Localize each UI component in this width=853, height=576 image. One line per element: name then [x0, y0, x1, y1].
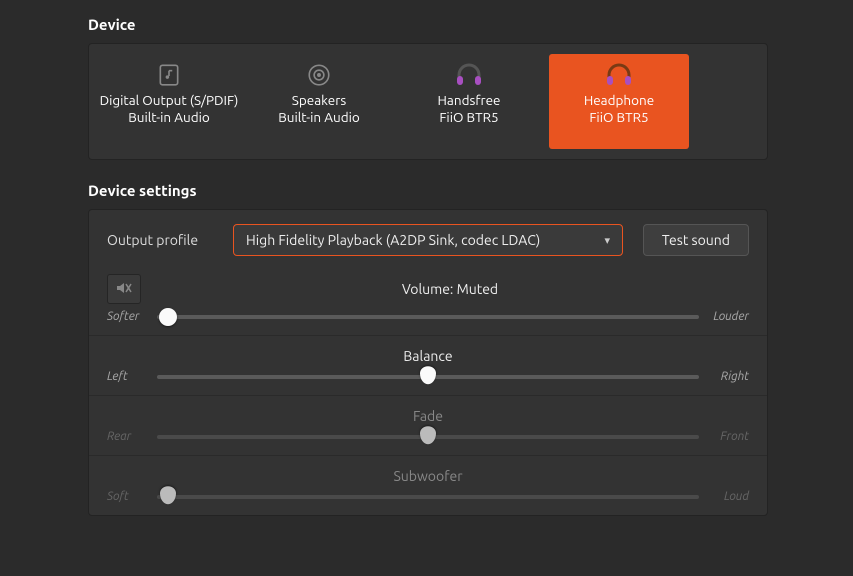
output-profile-dropdown[interactable]: High Fidelity Playback (A2DP Sink, codec…: [233, 224, 623, 256]
audio-file-icon: [154, 60, 184, 90]
test-sound-button[interactable]: Test sound: [643, 224, 749, 256]
device-label: Handsfree: [438, 92, 501, 109]
volume-slider[interactable]: [157, 315, 699, 319]
fade-section: Fade Rear Front: [89, 395, 767, 455]
slider-left-label: Left: [107, 370, 147, 383]
subwoofer-title: Subwoofer: [107, 462, 749, 484]
headset-icon: [604, 60, 634, 90]
device-card-speakers[interactable]: Speakers Built-in Audio: [249, 54, 389, 149]
balance-slider[interactable]: [157, 375, 699, 379]
settings-panel: Output profile High Fidelity Playback (A…: [88, 209, 768, 516]
slider-right-label: Loud: [709, 490, 749, 503]
fade-title: Fade: [107, 402, 749, 424]
fade-slider: [157, 435, 699, 439]
dropdown-value: High Fidelity Playback (A2DP Sink, codec…: [246, 232, 604, 248]
device-row: Digital Output (S/PDIF) Built-in Audio S…: [89, 44, 767, 159]
output-profile-row: Output profile High Fidelity Playback (A…: [89, 210, 767, 270]
subwoofer-slider: [157, 495, 699, 499]
device-label: Headphone: [584, 92, 654, 109]
output-profile-label: Output profile: [107, 232, 215, 248]
device-settings-title: Device settings: [88, 182, 835, 199]
volume-status-label: Volume: Muted: [151, 281, 749, 297]
subwoofer-section: Subwoofer Soft Loud: [89, 455, 767, 515]
device-label: Digital Output (S/PDIF): [100, 92, 239, 109]
device-panel: Digital Output (S/PDIF) Built-in Audio S…: [88, 43, 768, 160]
device-sublabel: Built-in Audio: [278, 109, 360, 125]
slider-left-label: Rear: [107, 430, 147, 443]
slider-left-label: Softer: [107, 310, 147, 323]
button-label: Test sound: [662, 232, 730, 248]
headset-icon: [454, 60, 484, 90]
slider-right-label: Front: [709, 430, 749, 443]
device-card-handsfree[interactable]: Handsfree FiiO BTR5: [399, 54, 539, 149]
device-sublabel: FiiO BTR5: [589, 109, 648, 125]
chevron-down-icon: ▾: [604, 234, 610, 247]
speaker-icon: [304, 60, 334, 90]
device-section-title: Device: [88, 16, 835, 33]
slider-right-label: Right: [709, 370, 749, 383]
device-card-digital-output[interactable]: Digital Output (S/PDIF) Built-in Audio: [99, 54, 239, 149]
device-label: Speakers: [292, 92, 346, 109]
slider-right-label: Louder: [709, 310, 749, 323]
balance-section: Balance Left Right: [89, 335, 767, 395]
balance-title: Balance: [107, 342, 749, 364]
device-card-headphone[interactable]: Headphone FiiO BTR5: [549, 54, 689, 149]
device-sublabel: Built-in Audio: [128, 109, 210, 125]
device-sublabel: FiiO BTR5: [439, 109, 498, 125]
mute-toggle-button[interactable]: [107, 274, 141, 304]
volume-muted-icon: [116, 281, 132, 298]
volume-section: Volume: Muted Softer Louder: [89, 270, 767, 335]
slider-left-label: Soft: [107, 490, 147, 503]
